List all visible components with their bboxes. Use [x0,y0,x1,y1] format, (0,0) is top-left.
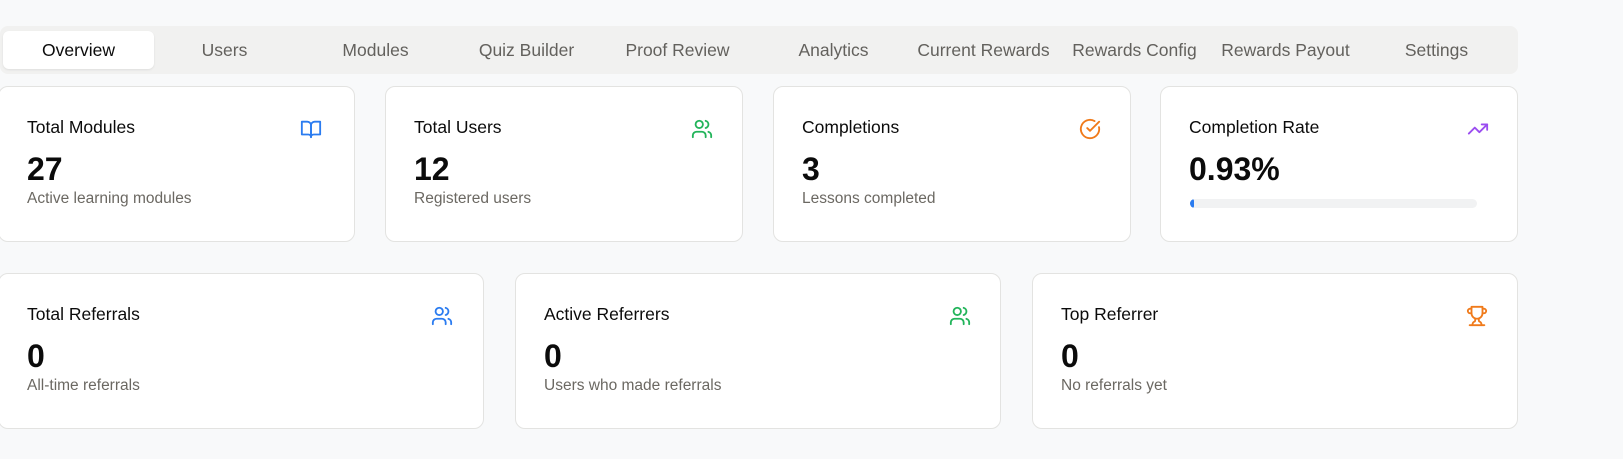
book-open-icon [300,118,322,140]
card-title: Completion Rate [1189,117,1320,137]
card-subtitle: Registered users [414,190,532,207]
card-value: 0 [27,338,45,374]
card-value: 0 [544,338,562,374]
tab-bar: Overview Users Modules Quiz Builder Proo… [0,26,1518,74]
total-referrals-card: Total Referrals 0 All-time referrals [0,273,484,429]
card-value: 12 [414,151,450,187]
tab-analytics[interactable]: Analytics [758,31,909,69]
tab-overview[interactable]: Overview [3,31,154,69]
card-title: Total Users [414,117,502,137]
card-value: 0.93% [1189,151,1280,187]
tab-quiz-builder[interactable]: Quiz Builder [451,31,602,69]
trending-up-icon [1467,118,1489,140]
card-title: Completions [802,117,900,137]
total-users-card: Total Users 12 Registered users [385,86,743,242]
users-icon [949,305,971,327]
card-value: 27 [27,151,63,187]
card-value: 3 [802,151,820,187]
top-referrer-card: Top Referrer 0 No referrals yet [1032,273,1518,429]
total-modules-card: Total Modules 27 Active learning modules [0,86,355,242]
users-icon [691,118,713,140]
completion-progress-bar [1190,199,1477,208]
card-title: Top Referrer [1061,304,1159,324]
tab-rewards-config[interactable]: Rewards Config [1059,31,1210,69]
card-title: Active Referrers [544,304,670,324]
tab-rewards-payout[interactable]: Rewards Payout [1210,31,1361,69]
card-subtitle: Users who made referrals [544,377,722,394]
card-title: Total Referrals [27,304,140,324]
circle-check-icon [1079,118,1101,140]
trophy-icon [1466,305,1488,327]
completions-card: Completions 3 Lessons completed [773,86,1131,242]
card-subtitle: No referrals yet [1061,377,1167,394]
completion-rate-card: Completion Rate 0.93% [1160,86,1518,242]
card-subtitle: Active learning modules [27,190,192,207]
card-value: 0 [1061,338,1079,374]
users-icon [431,305,453,327]
tab-proof-review[interactable]: Proof Review [602,31,753,69]
active-referrers-card: Active Referrers 0 Users who made referr… [515,273,1001,429]
tab-users[interactable]: Users [149,31,300,69]
completion-progress-fill [1190,199,1194,208]
card-title: Total Modules [27,117,135,137]
card-subtitle: All-time referrals [27,377,140,394]
tab-settings[interactable]: Settings [1361,31,1512,69]
tab-modules[interactable]: Modules [300,31,451,69]
tab-current-rewards[interactable]: Current Rewards [908,31,1059,69]
card-subtitle: Lessons completed [802,190,936,207]
